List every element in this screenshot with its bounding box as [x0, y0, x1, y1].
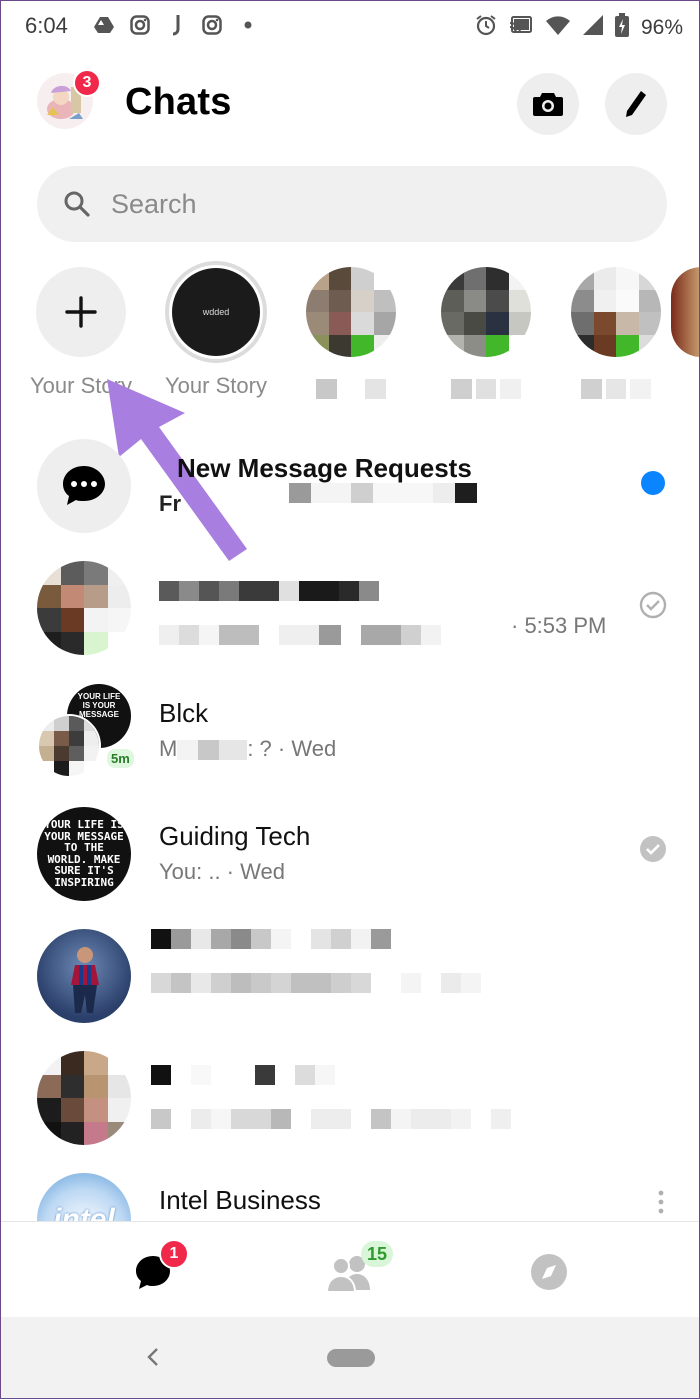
- blurred-text: [177, 740, 248, 761]
- chat-subtitle-end: : ? · Wed: [247, 736, 337, 761]
- dot-icon: [237, 14, 259, 36]
- chat-subtitle: M : ? · Wed: [159, 736, 336, 762]
- cast-icon: [509, 15, 533, 41]
- chat-avatar: [37, 1051, 131, 1145]
- person-photo: [71, 947, 99, 1013]
- people-active-badge: 15: [361, 1241, 394, 1267]
- group-avatar-bottom: [37, 714, 101, 778]
- story-label: Your Story: [165, 373, 267, 398]
- blurred-text: [289, 483, 477, 503]
- bottom-nav: [1, 1221, 699, 1317]
- battery-percent: 96%: [640, 16, 683, 39]
- story-label-blurred: [581, 379, 651, 399]
- story-label-blurred: [451, 379, 521, 399]
- story-avatar: [671, 267, 699, 357]
- nav-discover-tab[interactable]: [519, 1242, 579, 1302]
- discover-icon: [531, 1254, 567, 1290]
- system-navigation-bar: [1, 1317, 699, 1398]
- drive-icon: [93, 14, 115, 36]
- status-bar: 6:04 96%: [1, 1, 699, 53]
- chat-subtitle-blurred: [151, 973, 481, 993]
- story-thumbnail: wdded: [172, 268, 260, 356]
- story-friend[interactable]: [291, 259, 411, 399]
- story-label: Your Story: [30, 373, 132, 398]
- sent-check-icon: [639, 591, 667, 619]
- more-options-icon[interactable]: [651, 1189, 671, 1215]
- compose-button[interactable]: [605, 73, 667, 135]
- back-icon[interactable]: [143, 1345, 163, 1369]
- delivered-check-icon: [640, 836, 666, 862]
- header: 3 Chats: [1, 61, 699, 151]
- story-label-blurred: [316, 379, 386, 399]
- chat-name: New Message Requests: [177, 453, 472, 483]
- chat-row[interactable]: [1, 1043, 699, 1163]
- signal-icon: [582, 15, 603, 41]
- chat-subtitle-start: M: [159, 736, 178, 761]
- story-friend-partial[interactable]: [671, 259, 699, 357]
- chat-name: Intel Business: [159, 1185, 321, 1215]
- story-friend[interactable]: [556, 259, 676, 399]
- home-pill[interactable]: [327, 1349, 375, 1367]
- story-own[interactable]: wdded Your Story: [156, 259, 276, 399]
- wifi-icon: [545, 15, 571, 41]
- chat-name: Blck: [159, 698, 209, 728]
- story-avatar: [306, 267, 396, 357]
- chat-row[interactable]: YOUR LIFE IS YOUR MESSAGE Blck M: ? · Wed: [1, 676, 699, 796]
- chat-row[interactable]: · 5:53 PM: [1, 553, 699, 673]
- chat-subtitle: You: .. · Wed: [159, 859, 285, 884]
- chats-unread-badge: 1: [159, 1239, 189, 1269]
- instagram-icon: [201, 14, 223, 36]
- search-input[interactable]: [111, 166, 631, 242]
- chat-name-blurred: [151, 1065, 335, 1085]
- add-story-button[interactable]: [36, 267, 126, 357]
- screen: 6:04 96% 3 Chats Search Your Story wdded…: [0, 0, 700, 1399]
- chat-subtitle: Fr: [159, 491, 181, 516]
- instagram-icon: [129, 14, 151, 36]
- unread-dot: [641, 471, 665, 495]
- chat-name: Guiding Tech: [159, 821, 311, 851]
- chat-time: · 5:53 PM: [511, 613, 607, 638]
- search-bar[interactable]: [37, 166, 667, 242]
- chat-name-blurred: [151, 929, 391, 949]
- story-ring: wdded: [165, 261, 267, 363]
- alarm-icon: [475, 14, 497, 42]
- active-time-badge: 5m: [107, 749, 134, 768]
- chat-bubble-icon: [63, 466, 105, 505]
- story-friend[interactable]: [426, 259, 546, 399]
- camera-button[interactable]: [517, 73, 579, 135]
- chat-subtitle-blurred: [159, 625, 441, 645]
- story-add[interactable]: Your Story: [21, 259, 141, 399]
- page-title: Chats: [125, 81, 232, 123]
- plus-icon: [65, 296, 97, 328]
- avatar-quote-text: YOUR LIFE IS YOUR MESSAGE TO THE WORLD. …: [44, 818, 124, 889]
- story-avatar: [571, 267, 661, 357]
- chat-name-blurred: [159, 581, 379, 601]
- chat-row[interactable]: [1, 921, 699, 1041]
- search-icon: [64, 191, 90, 217]
- status-right-icons: 96%: [475, 13, 683, 43]
- message-requests-avatar: [37, 439, 131, 533]
- status-left-icons: [93, 14, 259, 36]
- stories-row: Your Story wdded Your Story: [1, 259, 699, 409]
- camera-icon: [533, 93, 563, 116]
- chat-avatar: YOUR LIFE IS YOUR MESSAGE TO THE WORLD. …: [37, 807, 131, 901]
- profile-avatar[interactable]: 3: [37, 69, 101, 129]
- chat-row[interactable]: YOUR LIFE IS YOUR MESSAGE TO THE WORLD. …: [1, 799, 699, 919]
- story-avatar: [441, 267, 531, 357]
- chat-subtitle-blurred: [151, 1109, 511, 1129]
- pencil-icon: [626, 91, 646, 117]
- chat-row-message-requests[interactable]: New Message Requests Fr: [1, 431, 699, 551]
- status-time: 6:04: [25, 13, 68, 38]
- battery-icon: [614, 13, 629, 43]
- chat-avatar: [37, 561, 131, 655]
- profile-notification-badge: 3: [73, 69, 101, 97]
- j-icon: [165, 14, 187, 36]
- chat-avatar: [37, 929, 131, 1023]
